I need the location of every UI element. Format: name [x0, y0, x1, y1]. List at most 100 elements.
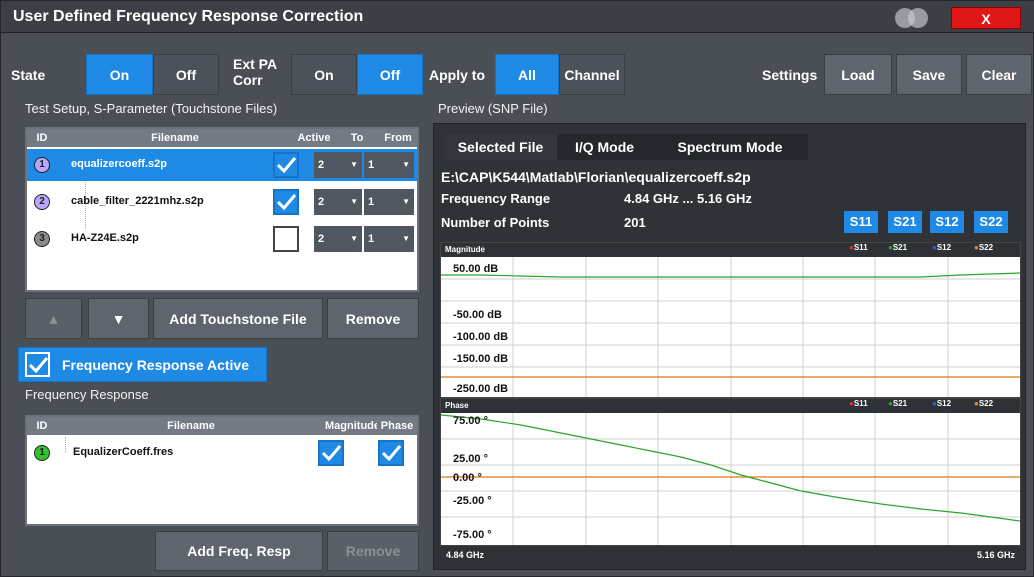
- legend-s21: S21: [892, 399, 908, 408]
- to-value: 2: [318, 196, 325, 208]
- frequency-response-active-label: Frequency Response Active: [62, 356, 249, 373]
- to-dropdown[interactable]: 2 ▼: [314, 152, 362, 178]
- title-bar[interactable]: User Defined Frequency Response Correcti…: [1, 1, 1034, 33]
- col-active: Active: [293, 129, 335, 147]
- x-axis-bar: 4.84 GHz 5.16 GHz: [440, 546, 1021, 564]
- tab-spectrum-mode[interactable]: Spectrum Mode: [652, 134, 808, 160]
- file-path: E:\CAP\K544\Matlab\Florian\equalizercoef…: [441, 169, 751, 185]
- to-value: 2: [318, 159, 325, 171]
- s22-button[interactable]: S22: [974, 211, 1008, 233]
- to-dropdown[interactable]: 2 ▼: [314, 226, 362, 252]
- y-tick: 75.00 °: [453, 415, 488, 427]
- row-id-badge: 1: [34, 445, 50, 461]
- col-from: From: [379, 129, 417, 147]
- legend-s22: S22: [978, 243, 994, 252]
- ext-pa-on-button[interactable]: On: [291, 54, 357, 95]
- legend-s21: S21: [892, 243, 908, 252]
- to-dropdown[interactable]: 2 ▼: [314, 189, 362, 215]
- dialog-title: User Defined Frequency Response Correcti…: [13, 8, 364, 25]
- col-id: ID: [27, 417, 57, 435]
- magnitude-plot: Magnitude ●S11 ●S21 ●S12 ●S22 50.00 dB -…: [440, 242, 1021, 398]
- chevron-down-icon: ▼: [402, 234, 410, 243]
- tab-selected-file[interactable]: Selected File: [444, 134, 557, 160]
- from-value: 1: [368, 159, 375, 171]
- touchstone-table: ID Filename Active To From 1 equalizerco…: [25, 127, 419, 292]
- state-off-button[interactable]: Off: [153, 54, 219, 95]
- from-dropdown[interactable]: 1 ▼: [364, 152, 414, 178]
- add-freq-resp-button[interactable]: Add Freq. Resp: [155, 531, 323, 571]
- y-tick: -50.00 dB: [453, 309, 502, 321]
- legend-s12: S12: [936, 399, 952, 408]
- col-phase: Phase: [377, 417, 417, 435]
- chevron-down-icon: ▼: [350, 197, 358, 206]
- chevron-down-icon: ▼: [402, 160, 410, 169]
- frequency-response-section-title: Frequency Response: [25, 387, 149, 402]
- remove-touchstone-button[interactable]: Remove: [327, 298, 419, 339]
- frequency-response-active-toggle[interactable]: Frequency Response Active: [18, 347, 267, 382]
- move-up-button[interactable]: ▲: [25, 298, 82, 339]
- magnitude-checkbox[interactable]: [318, 440, 344, 466]
- active-checkbox[interactable]: [273, 152, 299, 178]
- remove-freq-resp-button[interactable]: Remove: [327, 531, 419, 571]
- number-of-points-label: Number of Points: [441, 215, 550, 230]
- legend-s11: S11: [853, 399, 868, 408]
- to-value: 2: [318, 233, 325, 245]
- tab-iq-mode[interactable]: I/Q Mode: [557, 134, 652, 160]
- row-id-badge: 2: [34, 194, 50, 210]
- state-on-button[interactable]: On: [86, 54, 153, 95]
- state-label: State: [11, 67, 46, 83]
- frequency-response-table: ID Filename Magnitude Phase 1 EqualizerC…: [25, 415, 419, 526]
- from-dropdown[interactable]: 1 ▼: [364, 226, 414, 252]
- col-magnitude: Magnitude: [325, 417, 380, 435]
- preview-panel: Selected File I/Q Mode Spectrum Mode E:\…: [433, 123, 1026, 570]
- ext-pa-corr-label: Ext PA Corr: [233, 56, 277, 88]
- settings-label: Settings: [762, 67, 818, 83]
- add-touchstone-file-button[interactable]: Add Touchstone File: [153, 298, 323, 339]
- load-button[interactable]: Load: [824, 54, 892, 95]
- apply-channel-button[interactable]: Channel: [559, 54, 625, 95]
- y-tick: -75.00 °: [453, 529, 492, 541]
- move-down-button[interactable]: ▼: [88, 298, 149, 339]
- x-start-label: 4.84 GHz: [446, 550, 485, 560]
- overlay-toggle-icon[interactable]: [895, 8, 929, 28]
- x-stop-label: 5.16 GHz: [976, 550, 1015, 560]
- from-dropdown[interactable]: 1 ▼: [364, 189, 414, 215]
- col-id: ID: [27, 129, 57, 147]
- legend-s12: S12: [936, 243, 952, 252]
- active-checkbox[interactable]: [273, 226, 299, 252]
- ext-pa-off-button[interactable]: Off: [357, 54, 423, 95]
- clear-button[interactable]: Clear: [966, 54, 1032, 95]
- save-button[interactable]: Save: [896, 54, 962, 95]
- from-value: 1: [368, 196, 375, 208]
- s11-button[interactable]: S11: [844, 211, 878, 233]
- phase-grid: [441, 413, 1020, 545]
- active-checkbox[interactable]: [273, 189, 299, 215]
- from-value: 1: [368, 233, 375, 245]
- s12-button[interactable]: S12: [930, 211, 964, 233]
- phase-checkbox[interactable]: [378, 440, 404, 466]
- y-tick: 50.00 dB: [453, 263, 499, 275]
- y-tick: -250.00 dB: [453, 383, 509, 395]
- chevron-down-icon: ▼: [402, 197, 410, 206]
- chevron-down-icon: ▼: [350, 160, 358, 169]
- col-to: To: [335, 129, 379, 147]
- number-of-points-value: 201: [624, 215, 646, 230]
- close-button[interactable]: X: [951, 7, 1021, 29]
- y-tick: -150.00 dB: [453, 353, 509, 365]
- row-id-badge: 1: [34, 157, 50, 173]
- apply-all-button[interactable]: All: [495, 54, 559, 95]
- s21-button[interactable]: S21: [888, 211, 922, 233]
- legend-s11: S11: [853, 243, 868, 252]
- table-row[interactable]: 2 cable_filter_2221mhz.s2p 2 ▼ 1 ▼: [27, 186, 417, 218]
- dialog-window: User Defined Frequency Response Correcti…: [0, 0, 1034, 577]
- phase-title: Phase: [445, 401, 469, 410]
- col-filename: Filename: [57, 129, 293, 147]
- magnitude-title: Magnitude: [445, 245, 485, 254]
- row-filename: EqualizerCoeff.fres: [73, 446, 174, 458]
- table-row[interactable]: 3 HA-Z24E.s2p 2 ▼ 1 ▼: [27, 223, 417, 255]
- row-filename: cable_filter_2221mhz.s2p: [71, 195, 204, 207]
- frequency-response-active-checkbox[interactable]: [25, 352, 50, 377]
- table-row[interactable]: 1 EqualizerCoeff.fres: [27, 437, 417, 469]
- row-filename: equalizercoeff.s2p: [71, 158, 167, 170]
- table-row[interactable]: 1 equalizercoeff.s2p 2 ▼ 1 ▼: [27, 149, 417, 181]
